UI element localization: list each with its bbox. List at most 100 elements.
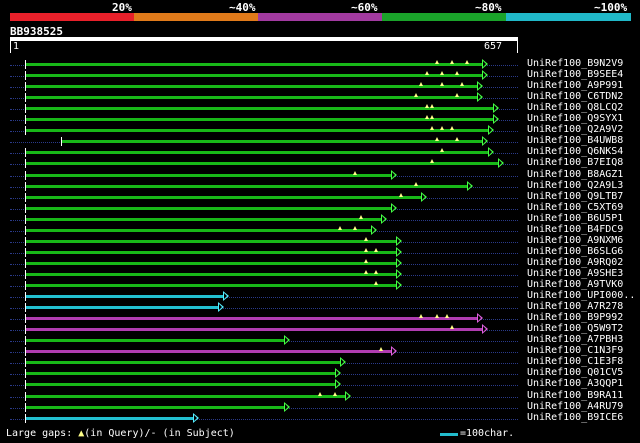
hit-start-tick bbox=[25, 225, 27, 235]
hit-alignment-bar[interactable] bbox=[60, 140, 483, 144]
gap-marker-icon bbox=[363, 236, 368, 241]
hit-alignment-bar[interactable] bbox=[25, 350, 391, 354]
hit-end-arrow-icon bbox=[396, 280, 403, 290]
hit-id-link[interactable]: UniRef100_B9RA11 bbox=[527, 390, 623, 401]
gap-marker-icon bbox=[363, 258, 368, 263]
legend-bar-100 bbox=[506, 13, 631, 21]
hit-alignment-bar[interactable] bbox=[25, 206, 391, 210]
hit-alignment-bar[interactable] bbox=[25, 405, 285, 409]
hit-alignment-bar[interactable] bbox=[25, 74, 483, 78]
hit-alignment-bar[interactable] bbox=[25, 228, 371, 232]
gap-marker-icon bbox=[358, 214, 363, 219]
hit-start-tick bbox=[25, 71, 27, 81]
hit-alignment-bar[interactable] bbox=[25, 162, 498, 166]
hit-id-link[interactable]: UniRef100_A3QQP1 bbox=[527, 378, 623, 389]
hit-start-tick bbox=[25, 126, 27, 136]
hit-id-link[interactable]: UniRef100_B9P992 bbox=[527, 312, 623, 323]
hit-alignment-bar[interactable] bbox=[25, 339, 285, 343]
hit-alignment-bar[interactable] bbox=[25, 195, 422, 199]
hit-id-link[interactable]: UniRef100_Q8LCQ2 bbox=[527, 102, 623, 113]
hit-alignment-bar[interactable] bbox=[25, 250, 397, 254]
hit-alignment-bar[interactable] bbox=[25, 63, 483, 66]
hit-alignment-bar[interactable] bbox=[25, 372, 336, 376]
hit-end-arrow-icon bbox=[335, 368, 342, 379]
hit-id-link[interactable]: UniRef100_A7R278 bbox=[527, 301, 623, 312]
hit-alignment-bar[interactable] bbox=[25, 85, 478, 89]
hit-start-tick bbox=[25, 380, 27, 390]
hit-id-link[interactable]: UniRef100_B4UWB8 bbox=[527, 135, 623, 146]
hit-id-link[interactable]: UniRef100_B4FDC9 bbox=[527, 224, 623, 235]
hit-alignment-bar[interactable] bbox=[25, 107, 493, 111]
hit-alignment-bar[interactable] bbox=[25, 184, 468, 188]
hit-start-tick bbox=[25, 269, 27, 279]
gap-marker-icon bbox=[434, 314, 439, 319]
hit-id-link[interactable]: UniRef100_Q9SYX1 bbox=[527, 113, 623, 124]
hit-id-link[interactable]: UniRef100_Q2A9L3 bbox=[527, 180, 623, 191]
hit-start-tick bbox=[25, 314, 27, 324]
hit-end-arrow-icon bbox=[497, 158, 504, 169]
hit-end-arrow-icon bbox=[192, 412, 199, 423]
hit-id-link[interactable]: UniRef100_Q5W9T2 bbox=[527, 323, 623, 334]
hit-end-arrow-icon bbox=[396, 268, 403, 279]
hit-alignment-bar[interactable] bbox=[25, 173, 391, 177]
gap-marker-icon bbox=[449, 325, 454, 330]
hit-id-link[interactable]: UniRef100_Q01CV5 bbox=[527, 367, 623, 378]
hit-end-arrow-icon bbox=[284, 335, 291, 346]
gap-marker-icon bbox=[455, 93, 460, 98]
hit-id-link[interactable]: UniRef100_B7EIQ8 bbox=[527, 157, 623, 168]
hit-id-link[interactable]: UniRef100_A9SHE3 bbox=[527, 268, 623, 279]
gap-marker-icon bbox=[353, 225, 358, 230]
hit-id-link[interactable]: UniRef100_B9ICE6 bbox=[527, 412, 623, 423]
hit-alignment-bar[interactable] bbox=[25, 239, 397, 243]
hit-id-link[interactable]: UniRef100_B9N2V9 bbox=[527, 58, 623, 69]
hit-id-link[interactable]: UniRef100_B8AGZ1 bbox=[527, 169, 623, 180]
hit-id-link[interactable]: UniRef100_Q9LTB7 bbox=[527, 191, 623, 202]
hit-start-tick bbox=[25, 336, 27, 346]
hit-alignment-bar[interactable] bbox=[25, 383, 336, 387]
hit-alignment-bar[interactable] bbox=[25, 416, 193, 420]
hit-alignment-bar[interactable] bbox=[25, 284, 397, 287]
hit-id-link[interactable]: UniRef100_C5XT69 bbox=[527, 202, 623, 213]
hit-end-arrow-icon bbox=[492, 103, 499, 114]
hit-alignment-bar[interactable] bbox=[25, 217, 381, 221]
hit-alignment-bar[interactable] bbox=[25, 261, 397, 265]
hit-alignment-bar[interactable] bbox=[25, 118, 493, 122]
legend-bar-20 bbox=[10, 13, 134, 21]
hit-alignment-bar[interactable] bbox=[25, 328, 483, 332]
hit-id-link[interactable]: UniRef100_C1N3F9 bbox=[527, 345, 623, 356]
hit-alignment-bar[interactable] bbox=[25, 306, 219, 310]
hit-alignment-bar[interactable] bbox=[25, 96, 478, 100]
hit-end-arrow-icon bbox=[482, 59, 489, 69]
hit-id-link[interactable]: UniRef100_B9SEE4 bbox=[527, 69, 623, 80]
hit-id-link[interactable]: UniRef100_A7PBH3 bbox=[527, 334, 623, 345]
query-ruler bbox=[10, 41, 518, 53]
hit-start-tick bbox=[25, 292, 27, 302]
hit-id-link[interactable]: UniRef100_B6SLG6 bbox=[527, 246, 623, 257]
hit-start-tick bbox=[25, 413, 27, 423]
hit-start-tick bbox=[25, 170, 27, 180]
hit-alignment-bar[interactable] bbox=[25, 129, 488, 133]
hit-id-link[interactable]: UniRef100_Q2A9V2 bbox=[527, 124, 623, 135]
hit-start-tick bbox=[25, 82, 27, 92]
hit-alignment-bar[interactable] bbox=[25, 317, 478, 321]
hit-alignment-bar[interactable] bbox=[25, 272, 397, 276]
hit-id-link[interactable]: UniRef100_A9TVK0 bbox=[527, 279, 623, 290]
hit-end-arrow-icon bbox=[477, 313, 484, 324]
hit-id-link[interactable]: UniRef100_B6U5P1 bbox=[527, 213, 623, 224]
hit-id-link[interactable]: UniRef100_A9P991 bbox=[527, 80, 623, 91]
hit-id-link[interactable]: UniRef100_UPI000.. bbox=[527, 290, 635, 301]
gap-marker-icon bbox=[363, 269, 368, 274]
hit-alignment-bar[interactable] bbox=[25, 295, 224, 299]
hit-alignment-bar[interactable] bbox=[25, 361, 341, 365]
hit-alignment-bar[interactable] bbox=[25, 394, 346, 398]
hit-alignment-bar[interactable] bbox=[25, 151, 488, 155]
hit-id-link[interactable]: UniRef100_C6TDN2 bbox=[527, 91, 623, 102]
hit-start-tick bbox=[25, 159, 27, 169]
hit-id-link[interactable]: UniRef100_A9RQ02 bbox=[527, 257, 623, 268]
hit-end-arrow-icon bbox=[482, 136, 489, 147]
hit-row[interactable]: UniRef100_B9ICE6 bbox=[0, 412, 640, 424]
hit-id-link[interactable]: UniRef100_Q6NKS4 bbox=[527, 146, 623, 157]
hit-id-link[interactable]: UniRef100_C1E3F8 bbox=[527, 356, 623, 367]
hit-id-link[interactable]: UniRef100_A9NXM6 bbox=[527, 235, 623, 246]
hit-id-link[interactable]: UniRef100_A4RU79 bbox=[527, 401, 623, 412]
